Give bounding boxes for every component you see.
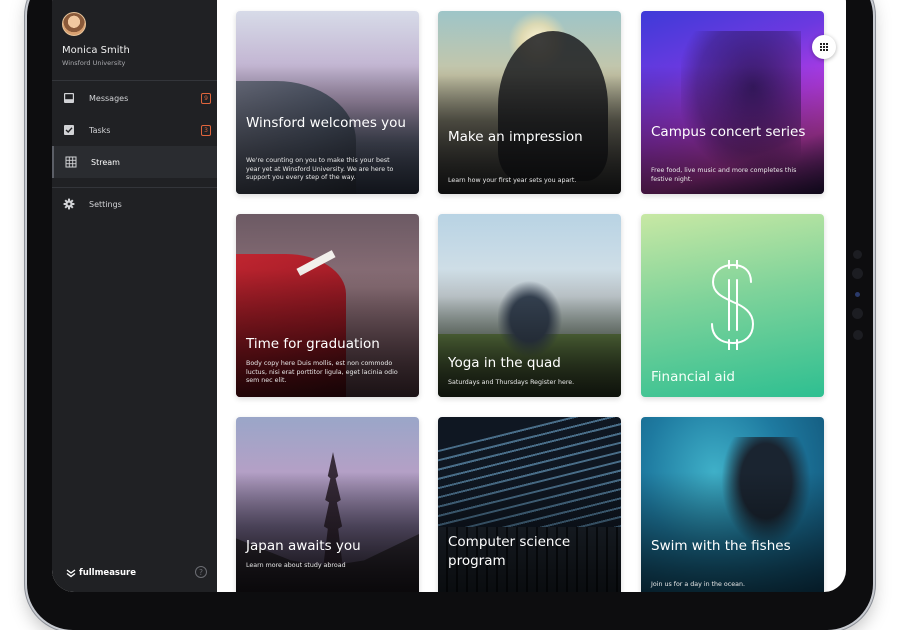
dollar-sign-icon (711, 260, 755, 350)
stream-card-concert[interactable]: Campus concert series Free food, live mu… (641, 11, 824, 194)
card-overlay (438, 268, 621, 397)
brand-logo: fullmeasure (66, 568, 136, 578)
divider (52, 80, 217, 81)
user-org: Winsford University (62, 59, 126, 67)
stream-card-japan[interactable]: Japan awaits you Learn more about study … (236, 417, 419, 592)
sidebar-item-tasks[interactable]: Tasks 3 (52, 114, 217, 146)
help-icon[interactable]: ? (195, 566, 207, 578)
brand-name: fullmeasure (79, 568, 137, 578)
checkbox-icon (64, 125, 74, 135)
sidebar-item-label: Tasks (89, 125, 111, 135)
card-body: Free food, live music and more completes… (651, 167, 797, 183)
inbox-icon (64, 93, 74, 103)
user-name: Monica Smith (62, 45, 130, 56)
unread-badge: 9 (201, 92, 211, 104)
sidebar-item-stream[interactable]: Stream (52, 146, 217, 178)
sidebar-item-settings[interactable]: Settings (52, 188, 217, 220)
view-switch-button[interactable] (812, 35, 836, 59)
card-overlay (438, 471, 621, 592)
stream-card-yoga[interactable]: Yoga in the quad Saturdays and Thursdays… (438, 214, 621, 397)
card-title: Winsford welcomes you (246, 115, 406, 131)
hardware-button (852, 308, 863, 319)
hardware-button (852, 268, 863, 279)
card-title: Time for graduation (246, 336, 380, 352)
card-body: Learn how your first year sets you apart… (448, 177, 577, 184)
dots-grid-icon (820, 43, 828, 51)
card-body: Saturdays and Thursdays Register here. (448, 379, 575, 386)
sidebar-item-label: Stream (91, 157, 120, 167)
sidebar-item-messages[interactable]: Messages 9 (52, 82, 217, 114)
card-title: Swim with the fishes (651, 538, 791, 554)
card-body: Join us for a day in the ocean. (651, 581, 745, 588)
task-count-badge: 3 (201, 124, 211, 136)
card-title: Campus concert series (651, 124, 806, 140)
card-title: Computer science program (448, 534, 571, 569)
card-title: Make an impression (448, 129, 583, 145)
stream-card-winsford[interactable]: Winsford welcomes you We're counting on … (236, 11, 419, 194)
card-body: Body copy here Duis mollis, est non comm… (246, 360, 398, 385)
hardware-button (853, 330, 863, 340)
sidebar-item-label: Messages (89, 93, 129, 103)
sidebar-item-label: Settings (89, 199, 122, 209)
fullmeasure-logo-icon (66, 568, 76, 577)
card-title: Yoga in the quad (448, 355, 561, 371)
stream-card-computer-science[interactable]: Computer science program (438, 417, 621, 592)
card-overlay (236, 471, 419, 592)
hardware-button (853, 250, 862, 259)
stream-card-graduation[interactable]: Time for graduation Body copy here Duis … (236, 214, 419, 397)
card-title: Japan awaits you (246, 538, 361, 554)
avatar[interactable] (62, 12, 86, 36)
app-screen: Monica Smith Winsford University Message… (52, 0, 846, 592)
stream-card-financial-aid[interactable]: Financial aid (641, 214, 824, 397)
stream-card-swim[interactable]: Swim with the fishes Join us for a day i… (641, 417, 824, 592)
gear-icon (63, 198, 75, 210)
card-title: Financial aid (651, 369, 735, 385)
stream-card-impression[interactable]: Make an impression Learn how your first … (438, 11, 621, 194)
grid-icon (65, 156, 77, 168)
card-overlay (641, 471, 824, 592)
card-body: Learn more about study abroad (246, 562, 346, 569)
card-body: We're counting on you to make this your … (246, 157, 394, 182)
camera-dot (855, 292, 860, 297)
sidebar: Monica Smith Winsford University Message… (52, 0, 217, 592)
